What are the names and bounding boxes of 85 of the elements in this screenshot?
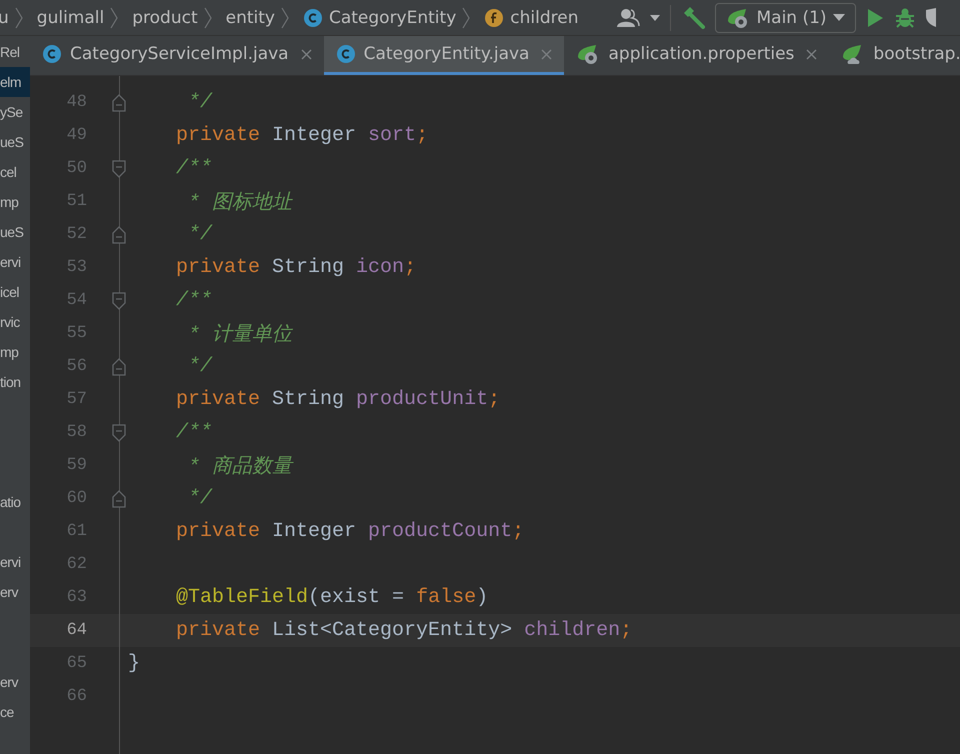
tree-item[interactable]: erv (0, 577, 30, 607)
line-number: 53 (66, 258, 87, 277)
code-line: private List<CategoryEntity> children; (175, 619, 632, 642)
breadcrumb-item[interactable]: children (510, 8, 578, 28)
fold-icon[interactable] (112, 160, 126, 178)
line-number: 62 (66, 555, 87, 574)
tree-item[interactable]: erv (0, 667, 30, 697)
fold-icon[interactable] (112, 292, 126, 310)
class-icon (336, 44, 356, 64)
code-line: /** (175, 157, 212, 180)
close-icon[interactable] (806, 48, 818, 60)
class-icon (302, 8, 323, 28)
breadcrumb-item[interactable]: CategoryEntity (328, 8, 456, 28)
code-line: /** (175, 289, 212, 312)
line-number: 52 (66, 225, 87, 244)
code-line: @TableField(exist = false) (175, 586, 488, 609)
fold-icon[interactable] (112, 424, 126, 442)
line-number: 55 (66, 324, 87, 343)
chevron-icon (462, 6, 470, 28)
breadcrumb-item[interactable]: entity (226, 8, 275, 28)
caret-icon (832, 14, 845, 21)
tree-item[interactable]: ySe (0, 97, 30, 127)
tree-item[interactable]: elm (0, 67, 30, 97)
line-number: 65 (66, 654, 87, 673)
line-number: 50 (66, 159, 87, 178)
class-icon (42, 44, 62, 64)
line-number: 57 (66, 390, 87, 409)
code-line: */ (187, 91, 212, 114)
bug-icon[interactable] (894, 6, 916, 28)
shield-icon[interactable] (926, 6, 936, 28)
code-line: private Integer productCount; (175, 520, 524, 543)
line-number: 54 (66, 291, 87, 310)
line-number: 63 (66, 588, 87, 607)
tree-item[interactable]: tion (0, 367, 30, 397)
tree-item[interactable]: ervi (0, 247, 30, 277)
line-number: 66 (66, 687, 87, 706)
fold-icon[interactable] (112, 358, 126, 376)
line-number: 64 (66, 621, 87, 640)
line-number: 49 (66, 126, 87, 145)
code-line: */ (187, 487, 212, 510)
chevron-icon (204, 6, 212, 28)
code-line: */ (187, 355, 212, 378)
tree-item[interactable]: cel (0, 157, 30, 187)
tree-item[interactable]: ueS (0, 217, 30, 247)
line-number: 56 (66, 357, 87, 376)
code-line: private String productUnit; (175, 388, 500, 411)
tree-item[interactable]: ueS (0, 127, 30, 157)
fold-icon[interactable] (112, 94, 126, 112)
code-line: * 商品数量 (187, 454, 292, 479)
chevron-icon (14, 6, 23, 28)
tree-item[interactable]: icel (0, 277, 30, 307)
chevron-icon (280, 6, 289, 28)
code-line: private String icon; (175, 256, 416, 279)
line-number: 61 (66, 522, 87, 541)
tree-item[interactable]: ervi (0, 547, 30, 577)
code-line: * 计量单位 (187, 322, 292, 347)
line-number: 58 (66, 423, 87, 442)
editor-tab[interactable]: CategoryEntity.java (324, 36, 564, 75)
field-icon (484, 8, 504, 28)
code-line: } (127, 652, 140, 675)
close-icon[interactable] (300, 48, 312, 60)
line-number: 59 (66, 456, 87, 475)
line-number: 48 (66, 93, 87, 112)
breadcrumb-item[interactable]: gulimall (36, 8, 104, 28)
tree-item[interactable]: atio (0, 487, 30, 517)
code-line: private Integer sort; (175, 124, 428, 147)
breadcrumb-item[interactable]: product (132, 8, 198, 28)
tree-item[interactable]: rvic (0, 307, 30, 337)
run-configuration-dropdown[interactable]: Main (1) (715, 2, 856, 32)
line-number: 60 (66, 489, 87, 508)
tree-item[interactable]: mp (0, 337, 30, 367)
caret-icon[interactable] (650, 14, 660, 20)
code-line: */ (187, 223, 212, 246)
line-number: 51 (66, 192, 87, 211)
tree-item[interactable]: ce (0, 697, 30, 727)
fold-icon[interactable] (112, 226, 126, 244)
tree-item[interactable]: Rel (0, 37, 30, 67)
person-icon[interactable] (616, 6, 640, 28)
play-icon[interactable] (866, 8, 884, 28)
code-line: /** (175, 421, 212, 444)
tree-item[interactable]: mp (0, 187, 30, 217)
close-icon[interactable] (541, 48, 552, 60)
code-line: * 图标地址 (187, 190, 292, 215)
fold-icon[interactable] (112, 490, 126, 508)
chevron-icon (110, 6, 118, 28)
